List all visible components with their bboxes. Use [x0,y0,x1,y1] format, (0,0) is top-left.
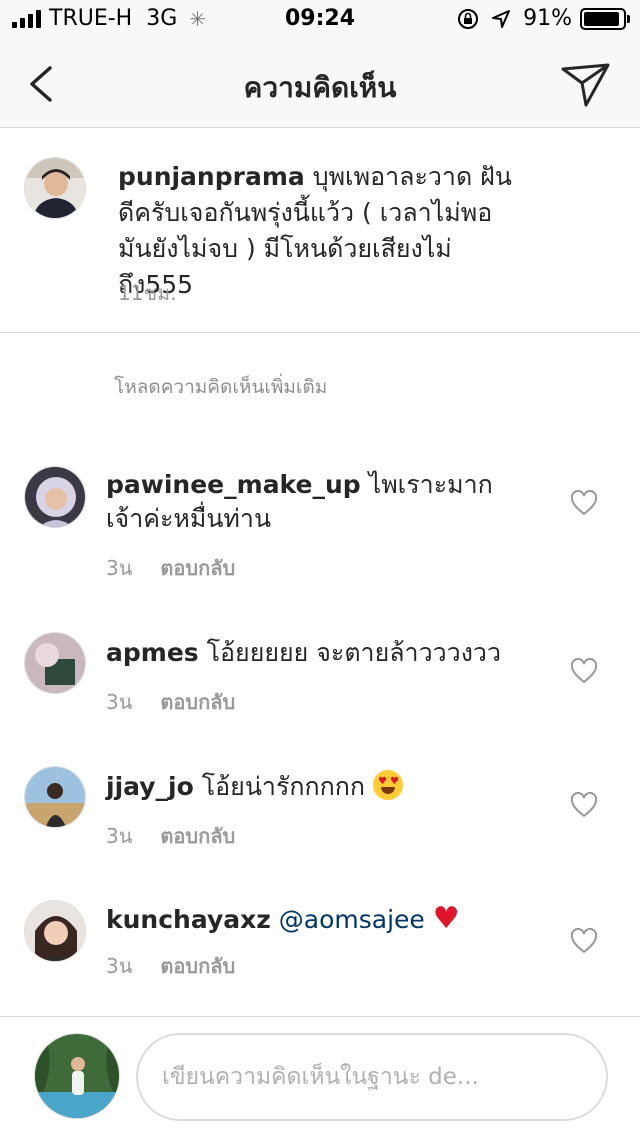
comment-text: apmes โอ้ยยยยย จะตายล้าวววงวว [106,636,546,670]
reply-button[interactable]: ตอบกลับ [160,820,235,852]
comment-text: pawinee_make_up ไพเราะมากเจ้าค่ะหมื่นท่า… [106,468,546,536]
comment-timestamp: 3น [106,824,133,848]
caption-text: punjanprama บุพเพอาละวาด ฝันดีครับเจอกัน… [118,159,518,303]
avatar[interactable] [24,466,86,528]
avatar[interactable] [24,157,86,219]
like-heart-icon[interactable] [570,658,598,684]
comment-item: pawinee_make_up ไพเราะมากเจ้าค่ะหมื่นท่า… [0,460,640,590]
reply-button[interactable]: ตอบกลับ [160,950,235,982]
comment-username[interactable]: pawinee_make_up [106,470,361,499]
avatar[interactable] [24,632,86,694]
nav-header: ความคิดเห็น [0,40,640,128]
comment-input[interactable] [136,1033,608,1121]
comment-meta: 3น ตอบกลับ [106,820,235,852]
comment-timestamp: 3น [106,690,133,714]
like-heart-icon[interactable] [570,792,598,818]
comment-meta: 3น ตอบกลับ [106,552,235,584]
post-caption: punjanprama บุพเพอาละวาด ฝันดีครับเจอกัน… [0,129,640,333]
send-direct-icon[interactable] [560,62,612,108]
reply-button[interactable]: ตอบกลับ [160,686,235,718]
comment-username[interactable]: apmes [106,638,199,667]
comment-username[interactable]: kunchayaxz [106,905,271,934]
comment-timestamp: 3น [106,556,133,580]
battery-icon [580,7,630,30]
avatar[interactable] [24,766,86,828]
comment-item: jjay_jo โอ้ยน่ารักกกกก ♥ ♥ 3น ตอบกลับ [0,762,640,862]
battery-percent: 91% [523,6,572,31]
orientation-lock-icon [458,8,479,29]
red-heart-emoji-icon: ♥ [432,901,460,936]
comment-mention[interactable]: @aomsajee [279,905,425,934]
comment-meta: 3น ตอบกลับ [106,950,235,982]
like-heart-icon[interactable] [570,490,598,516]
status-right: 91% [457,6,630,31]
comment-item: kunchayaxz @aomsajee ♥ 3น ตอบกลับ [0,896,640,996]
caption-timestamp: 11ชม. [118,281,177,305]
comment-meta: 3น ตอบกลับ [106,686,235,718]
load-more-comments-link[interactable]: โหลดความคิดเห็นเพิ่มเติม [114,372,327,402]
comment-body: โอ้ยยยยย จะตายล้าวววงวว [206,638,501,667]
comment-text: jjay_jo โอ้ยน่ารักกกกก ♥ ♥ [106,770,546,804]
current-user-avatar [34,1033,120,1119]
location-arrow-icon [492,9,511,28]
status-bar: TRUE-H 3G ✳ 09:24 91% [0,0,640,40]
comment-composer [0,1016,640,1136]
reply-button[interactable]: ตอบกลับ [160,552,235,584]
avatar[interactable] [24,900,86,962]
comment-body: โอ้ยน่ารักกกกก [201,772,366,801]
comment-timestamp: 3น [106,954,133,978]
caption-username[interactable]: punjanprama [118,162,305,191]
heart-eyes-emoji-icon: ♥ ♥ [373,770,404,800]
comment-text: kunchayaxz @aomsajee ♥ [106,902,546,937]
comment-item: apmes โอ้ยยยยย จะตายล้าวววงวว 3น ตอบกลับ [0,628,640,728]
comment-username[interactable]: jjay_jo [106,772,194,801]
page-title: ความคิดเห็น [243,71,397,104]
like-heart-icon[interactable] [570,928,598,954]
